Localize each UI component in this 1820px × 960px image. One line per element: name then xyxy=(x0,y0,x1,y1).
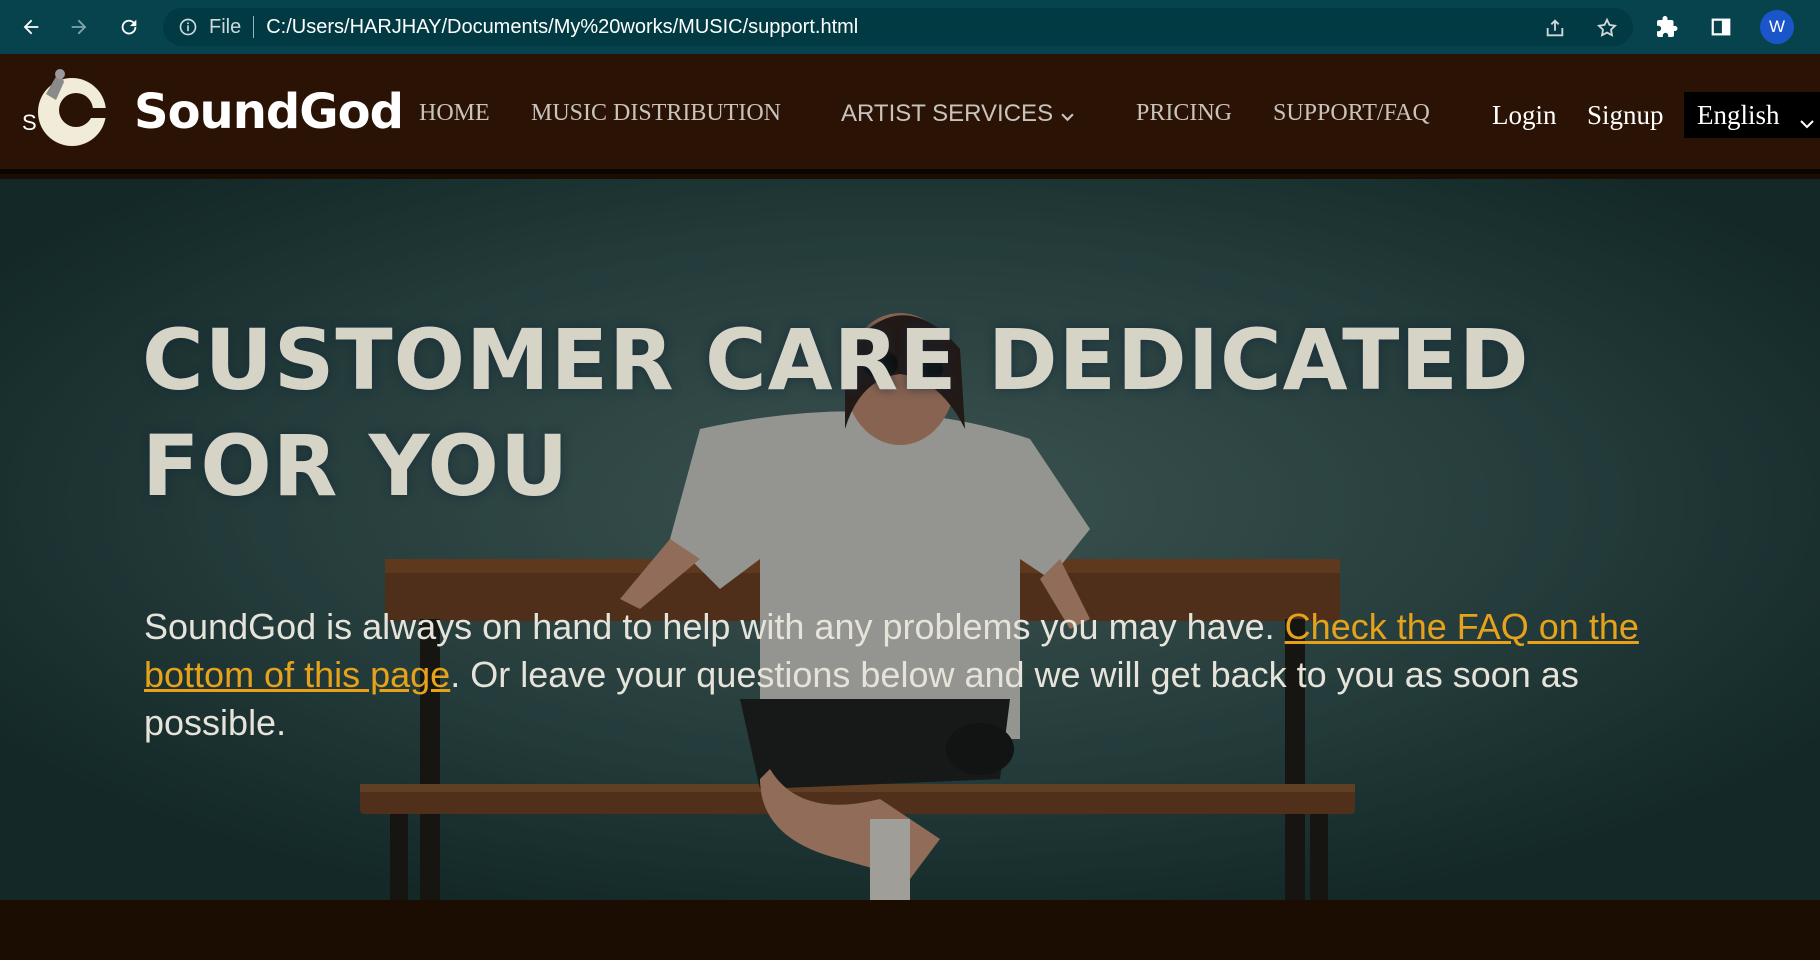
divider xyxy=(253,16,255,38)
chevron-down-icon xyxy=(1061,101,1074,129)
forward-arrow-icon[interactable] xyxy=(62,10,96,44)
login-link[interactable]: Login xyxy=(1492,100,1557,131)
extensions-icon[interactable] xyxy=(1652,10,1682,44)
chevron-down-icon xyxy=(1800,106,1814,137)
side-panel-icon[interactable] xyxy=(1706,10,1736,44)
info-icon[interactable] xyxy=(177,16,199,38)
hero-text-before: SoundGod is always on hand to help with … xyxy=(144,606,1285,647)
star-icon[interactable] xyxy=(1595,16,1619,40)
address-bar[interactable]: File C:/Users/HARJHAY/Documents/My%20wor… xyxy=(163,8,1633,46)
url-text[interactable]: C:/Users/HARJHAY/Documents/My%20works/MU… xyxy=(266,16,858,39)
language-select[interactable]: English xyxy=(1684,92,1820,138)
signup-link[interactable]: Signup xyxy=(1587,100,1664,131)
browser-toolbar: File C:/Users/HARJHAY/Documents/My%20wor… xyxy=(0,0,1820,54)
nav-artist-services[interactable]: ARTIST SERVICES xyxy=(841,100,1074,129)
logo-letter: S xyxy=(22,110,37,135)
scheme-label: File xyxy=(209,15,242,38)
site-header: S SoundGod HOME MUSIC DISTRIBUTION ARTIS… xyxy=(0,54,1820,174)
hero-section: CUSTOMER CARE DEDICATED FOR YOU SoundGod… xyxy=(0,179,1820,900)
profile-avatar[interactable]: W xyxy=(1760,10,1794,44)
share-icon[interactable] xyxy=(1543,16,1567,40)
nav-support-faq[interactable]: SUPPORT/FAQ xyxy=(1273,100,1430,127)
reload-icon[interactable] xyxy=(112,10,146,44)
back-arrow-icon[interactable] xyxy=(14,10,48,44)
language-selected: English xyxy=(1697,99,1780,130)
page-bottom-band xyxy=(0,900,1820,960)
nav-artist-services-label: ARTIST SERVICES xyxy=(841,100,1054,127)
nav-home[interactable]: HOME xyxy=(419,100,490,127)
hero-description: SoundGod is always on hand to help with … xyxy=(144,603,1704,747)
nav-pricing[interactable]: PRICING xyxy=(1136,100,1232,127)
nav-music-distribution[interactable]: MUSIC DISTRIBUTION xyxy=(531,100,781,127)
brand-name[interactable]: SoundGod xyxy=(134,84,404,140)
soundgod-logo[interactable]: S xyxy=(22,60,116,156)
hero-overlay xyxy=(0,179,1820,900)
hero-title: CUSTOMER CARE DEDICATED FOR YOU xyxy=(142,311,1530,515)
